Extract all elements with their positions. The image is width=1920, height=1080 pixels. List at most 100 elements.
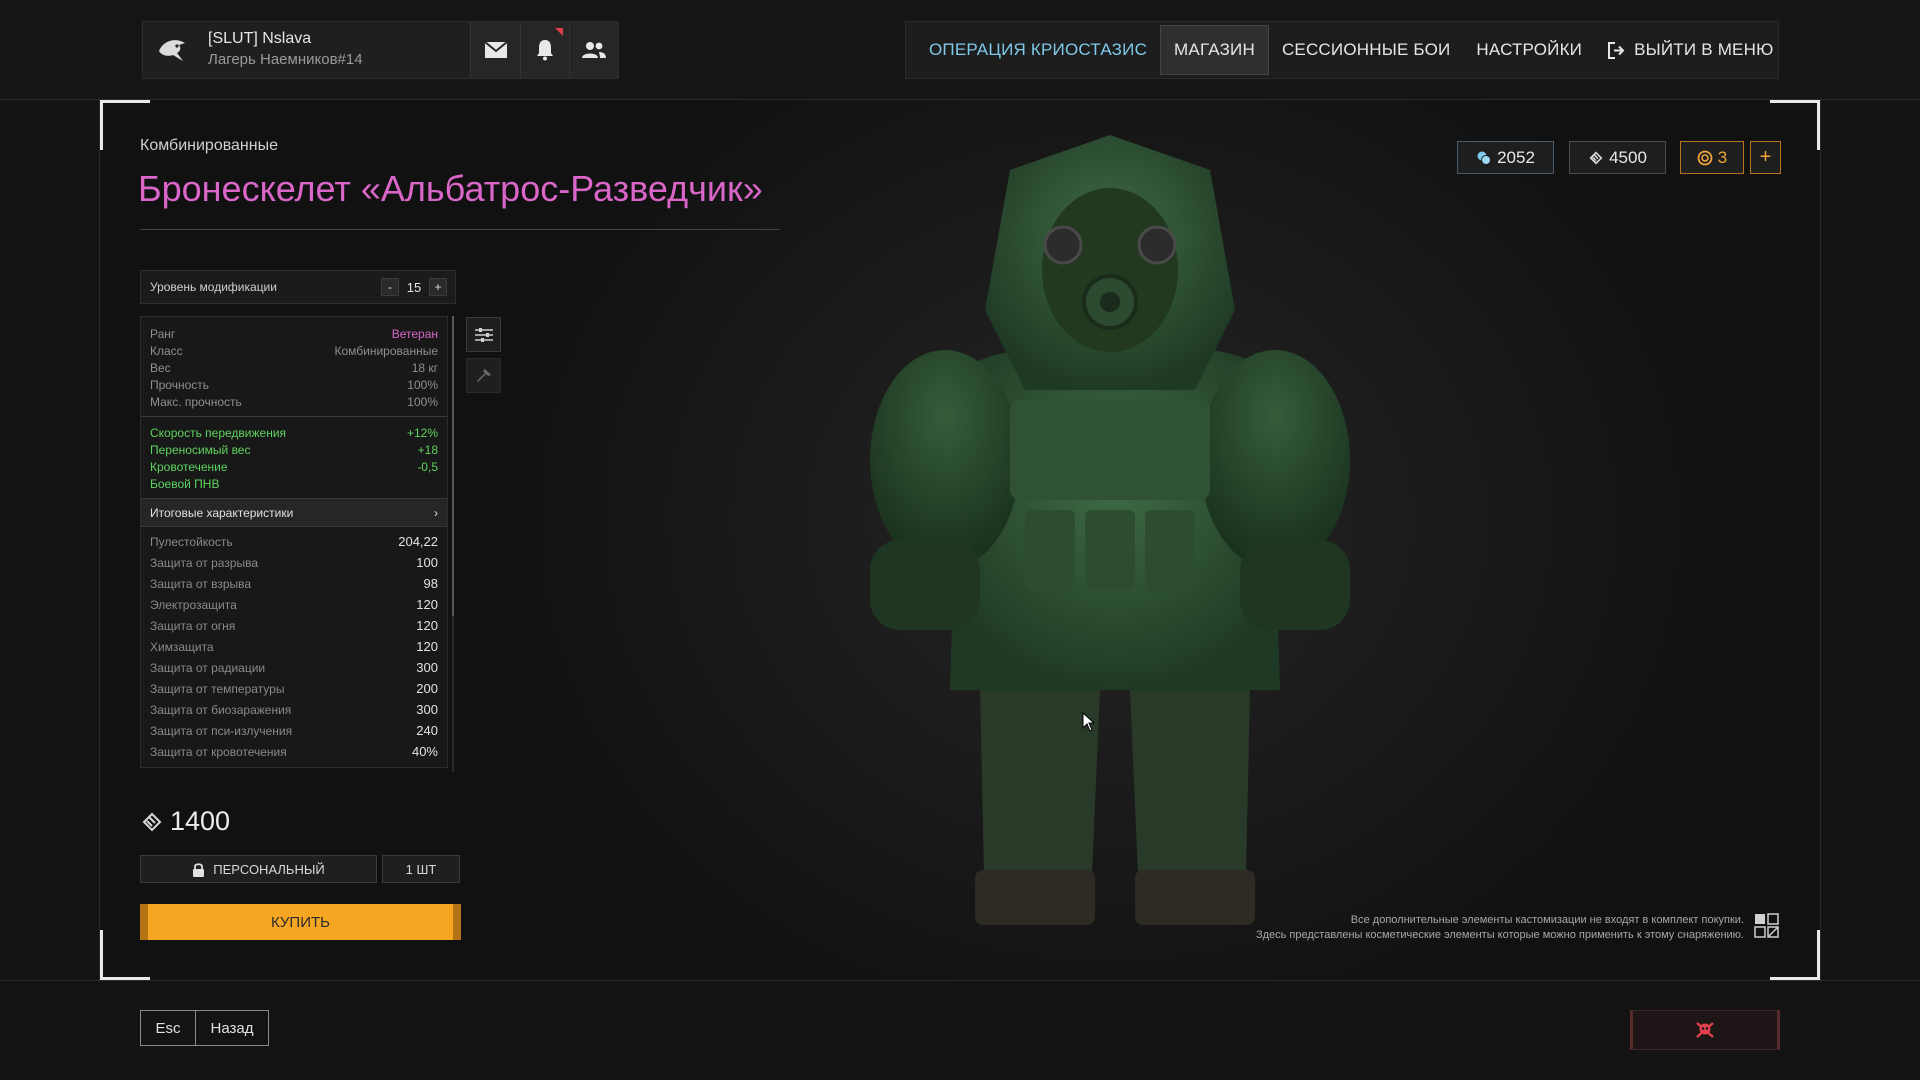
stat-value: 18 кг	[411, 360, 438, 375]
nav-shop[interactable]: МАГАЗИН	[1160, 25, 1269, 75]
bonus-value: +12%	[406, 425, 438, 440]
nav-settings[interactable]: НАСТРОЙКИ	[1463, 25, 1595, 75]
resistance-label: Защита от разрыва	[150, 555, 259, 570]
personal-button[interactable]: ПЕРСОНАЛЬНЫЙ	[140, 855, 377, 883]
modification-increase-button[interactable]: +	[429, 278, 447, 296]
bonus-label: Переносимый вес	[150, 442, 251, 457]
resistance-value: 204,22	[398, 534, 438, 549]
bell-icon	[536, 40, 553, 61]
stat-row-durability: Прочность 100%	[141, 376, 447, 393]
bonus-row: Боевой ПНВ	[141, 475, 447, 492]
repair-button[interactable]	[466, 358, 501, 393]
mail-button[interactable]	[470, 22, 520, 78]
bonus-label: Кровотечение	[150, 459, 228, 474]
modification-decrease-button[interactable]: -	[381, 278, 399, 296]
resistance-value: 120	[416, 618, 438, 633]
add-currency-button[interactable]: +	[1750, 141, 1781, 174]
modification-level-value: 15	[406, 279, 422, 295]
back-button[interactable]: Назад	[195, 1010, 269, 1046]
clan-logo-icon[interactable]	[143, 22, 200, 78]
ruble-currency-icon	[1589, 151, 1603, 164]
bonus-label: Боевой ПНВ	[150, 476, 220, 491]
stats-panel[interactable]: Ранг Ветеран Класс Комбинированные Вес 18 к…	[140, 316, 448, 768]
stat-label: Вес	[150, 360, 171, 375]
quantity-selector[interactable]: 1 ШТ	[382, 855, 460, 883]
resistance-value: 120	[416, 639, 438, 654]
resistance-label: Защита от пси-излучения	[150, 723, 293, 738]
disclaimer-line-1: Все дополнительные элементы кастомизации…	[1350, 914, 1744, 926]
skull-icon	[1696, 1022, 1714, 1038]
gold-coin-icon	[1697, 150, 1713, 165]
profile-info[interactable]: [SLUT] Nslava Лагерь Наемников#14	[200, 22, 470, 78]
stat-label: Макс. прочность	[150, 394, 242, 409]
resistance-value: 120	[416, 597, 438, 612]
resistance-value: 300	[416, 702, 438, 717]
hammer-icon	[476, 368, 491, 382]
resistance-row: Защита от радиации 300	[141, 657, 447, 678]
right-side-band	[1820, 0, 1920, 1080]
resistance-row: Химзащита 120	[141, 636, 447, 657]
buy-button[interactable]: КУПИТЬ	[140, 904, 461, 940]
stat-row-max-durability: Макс. прочность 100%	[141, 393, 447, 410]
resistance-label: Защита от радиации	[150, 660, 266, 675]
armor-model-preview[interactable]	[850, 130, 1370, 940]
stat-label: Ранг	[150, 326, 176, 341]
stat-row-weight: Вес 18 кг	[141, 359, 447, 376]
price-value: 1400	[170, 806, 231, 836]
stat-label: Класс	[150, 343, 183, 358]
sliders-icon	[474, 327, 493, 342]
modification-level-row: Уровень модификации - 15 +	[140, 270, 456, 304]
chevron-right-icon: ›	[434, 505, 438, 520]
resistance-row: Защита от кровотечения 40%	[141, 741, 447, 762]
resistance-label: Электрозащита	[150, 597, 237, 612]
modification-stepper: - 15 +	[381, 278, 447, 296]
bonus-row: Кровотечение -0,5	[141, 458, 447, 475]
item-category: Комбинированные	[140, 137, 278, 154]
sliders-button[interactable]	[466, 317, 501, 352]
player-name: [SLUT] Nslava	[208, 30, 312, 47]
bonus-row: Скорость передвижения +12%	[141, 424, 447, 441]
resistance-value: 100	[416, 555, 438, 570]
ruble-currency-badge: 4500	[1569, 141, 1666, 174]
nav-exit-to-menu[interactable]: ВЫЙТИ В МЕНЮ	[1595, 25, 1786, 75]
summary-header-label: Итоговые характеристики	[150, 505, 294, 520]
resistance-row: Защита от разрыва 100	[141, 552, 447, 573]
customization-grid-icon[interactable]	[1754, 913, 1780, 939]
ruble-currency-icon	[142, 812, 162, 831]
gold-currency-badge: 3	[1680, 141, 1744, 174]
skull-button[interactable]	[1630, 1010, 1780, 1050]
resistance-row: Защита от температуры 200	[141, 678, 447, 699]
resistance-row: Пулестойкость 204,22	[141, 531, 447, 552]
esc-key-hint[interactable]: Esc	[140, 1010, 195, 1046]
profile-panel: [SLUT] Nslava Лагерь Наемников#14	[142, 21, 619, 79]
stats-scrollbar-thumb[interactable]	[452, 316, 454, 616]
player-location: Лагерь Наемников#14	[208, 51, 363, 68]
stat-value: 100%	[407, 377, 438, 392]
bonus-value: -0,5	[417, 459, 438, 474]
mouse-cursor-icon	[1082, 712, 1096, 732]
gold-amount: 3	[1717, 147, 1728, 167]
nav-operation-cryostasis[interactable]: ОПЕРАЦИЯ КРИОСТАЗИС	[916, 25, 1160, 75]
resistance-label: Защита от взрыва	[150, 576, 252, 591]
base-stats: Ранг Ветеран Класс Комбинированные Вес 18 к…	[141, 317, 447, 417]
exit-icon	[1608, 41, 1625, 59]
bonus-stats: Скорость передвижения +12% Переносимый ве…	[141, 417, 447, 498]
notifications-button[interactable]	[519, 22, 569, 78]
resistance-row: Защита от биозаражения 300	[141, 699, 447, 720]
nav-session-battles[interactable]: СЕССИОННЫЕ БОИ	[1269, 25, 1463, 75]
resistance-label: Химзащита	[150, 639, 214, 654]
resistance-row: Защита от огня 120	[141, 615, 447, 636]
modification-level-label: Уровень модификации	[150, 280, 277, 294]
silver-currency-badge: 2052	[1457, 141, 1554, 174]
stat-value: 100%	[407, 394, 438, 409]
silver-currency-icon	[1477, 151, 1492, 165]
stat-value: Комбинированные	[334, 343, 439, 358]
resistance-label: Пулестойкость	[150, 534, 233, 549]
left-side-band	[0, 0, 100, 1080]
summary-characteristics-header[interactable]: Итоговые характеристики ›	[141, 498, 447, 527]
disclaimer-line-2: Здесь представлены косметические элемент…	[1255, 929, 1744, 941]
friends-button[interactable]	[568, 22, 618, 78]
bonus-value: +18	[417, 442, 438, 457]
resistance-value: 98	[423, 576, 438, 591]
resistance-label: Защита от биозаражения	[150, 702, 292, 717]
